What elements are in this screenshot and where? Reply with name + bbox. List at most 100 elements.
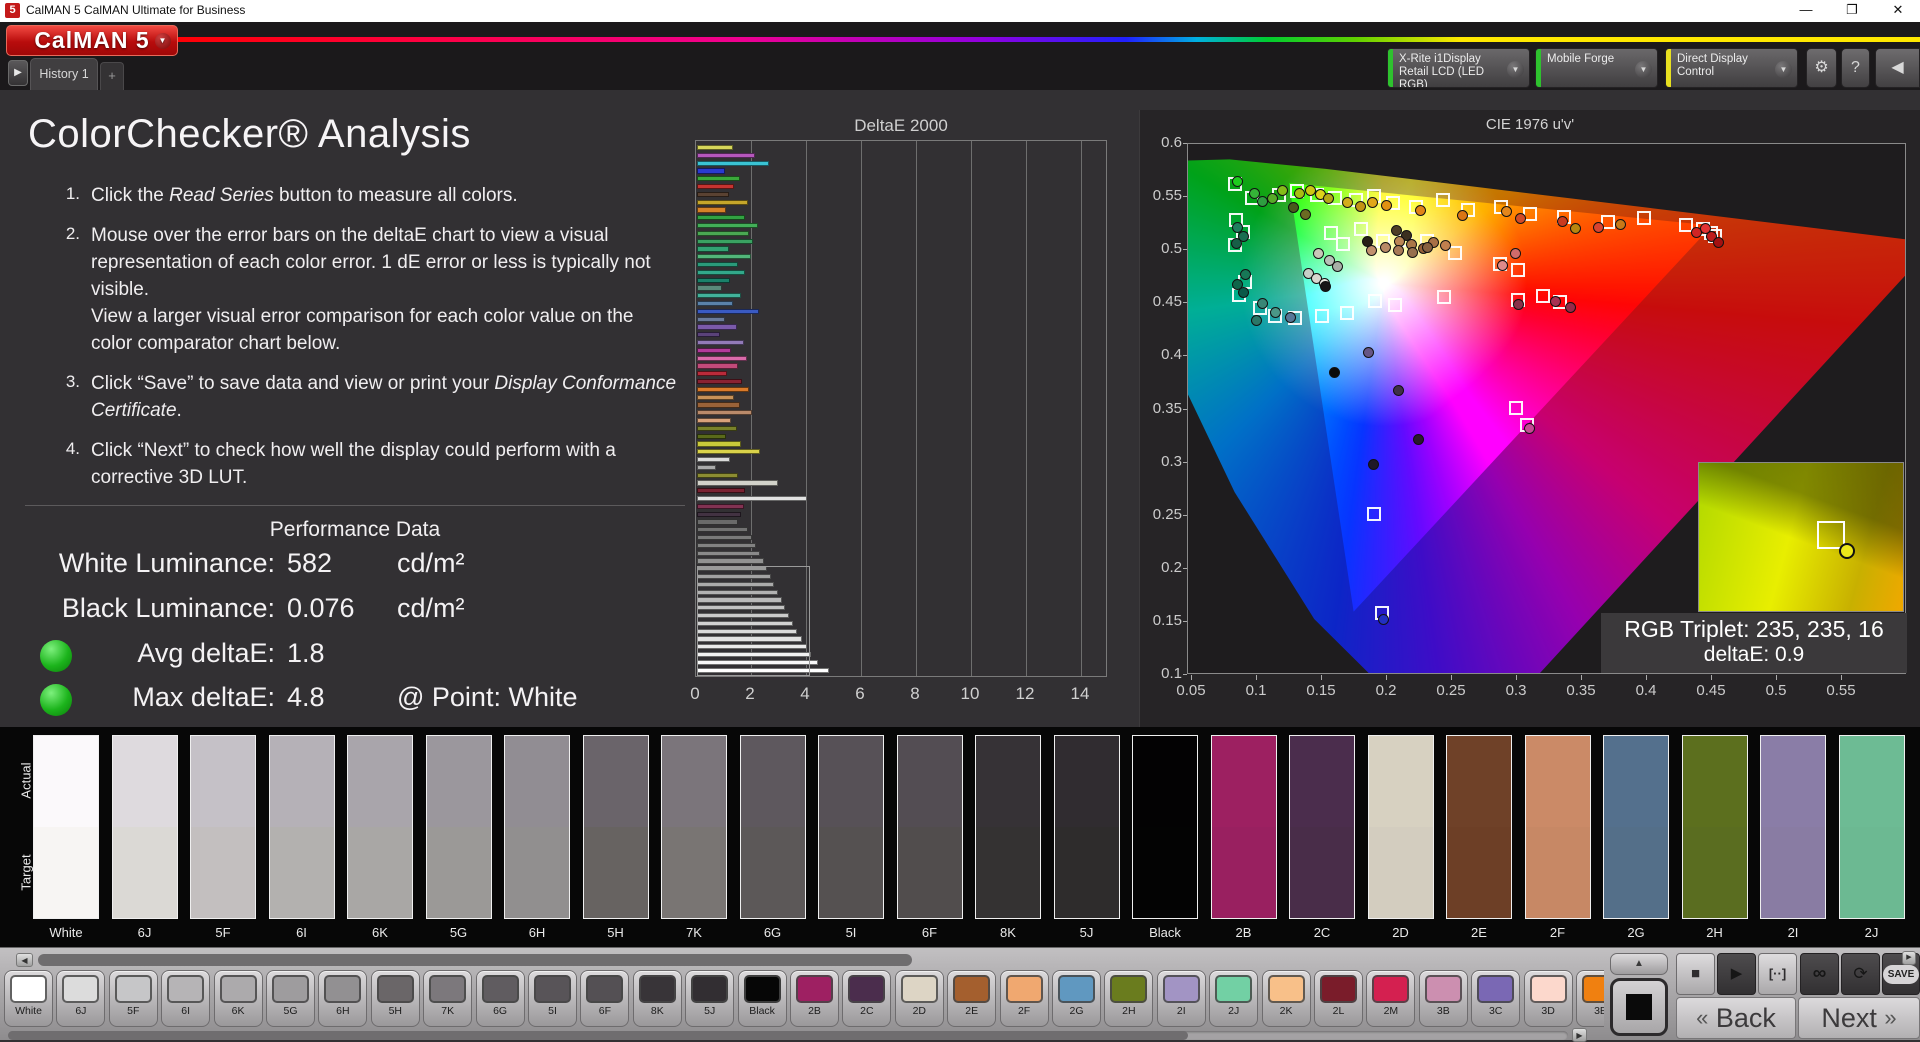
tab-history-1[interactable]: History 1 (30, 58, 98, 90)
deltae-bar[interactable] (697, 145, 733, 151)
minimize-button[interactable]: — (1784, 0, 1828, 22)
measured-point[interactable] (1332, 260, 1344, 272)
patch-chip-button[interactable]: 2D (894, 970, 944, 1027)
comparator-column[interactable] (1289, 735, 1355, 919)
deltae-bar[interactable] (697, 324, 737, 330)
workflow-dropdown[interactable]: Mobile Forge ▼ (1535, 48, 1658, 88)
measured-point[interactable] (1380, 241, 1392, 253)
target-square[interactable] (1314, 309, 1329, 324)
comparator-column[interactable] (896, 735, 963, 919)
deltae-bar[interactable] (697, 191, 729, 197)
comparator-column[interactable] (1132, 735, 1198, 919)
measured-point[interactable] (1393, 244, 1405, 256)
patch-chip-button[interactable]: 2F (999, 970, 1049, 1027)
deltae-bar[interactable] (697, 496, 807, 502)
deltae-bar[interactable] (697, 363, 739, 369)
deltae-bar[interactable] (697, 550, 761, 556)
deltae-bar[interactable] (697, 246, 729, 252)
comparator-column[interactable] (1838, 735, 1905, 919)
deltae-bar[interactable] (697, 441, 741, 447)
deltae-bar[interactable] (697, 449, 761, 455)
comparator-column[interactable] (975, 735, 1041, 919)
target-square[interactable] (1435, 193, 1450, 208)
patch-chip-button[interactable]: 5H (370, 970, 420, 1027)
pattern-window-up-button[interactable]: ▲ (1610, 953, 1668, 975)
deltae-bar[interactable] (697, 277, 730, 283)
comparator-column[interactable] (1681, 735, 1748, 919)
stop-button[interactable]: ■ (1676, 953, 1715, 995)
deltae-bar[interactable] (697, 152, 755, 158)
tab-scroll-left-button[interactable]: ▶ (8, 60, 28, 86)
comparator-column[interactable] (1446, 735, 1512, 919)
comparator-column[interactable] (818, 735, 884, 919)
deltae-bar[interactable] (697, 464, 717, 470)
patch-chip-button[interactable]: 6F (580, 970, 630, 1027)
deltae-bar[interactable] (697, 184, 735, 190)
target-square[interactable] (1339, 305, 1354, 320)
deltae-bar[interactable] (697, 293, 741, 299)
deltae-bar[interactable] (697, 301, 733, 307)
workflow-dropdown[interactable]: Direct Display Control ▼ (1665, 48, 1798, 88)
refresh-button[interactable]: ⟳ (1841, 953, 1880, 995)
deltae-bar[interactable] (697, 418, 732, 424)
measured-point[interactable] (1497, 259, 1509, 271)
comparator-column[interactable] (504, 735, 570, 919)
target-square[interactable] (1535, 288, 1550, 303)
deltae-bar[interactable] (697, 386, 750, 392)
comparator-column[interactable] (1053, 735, 1120, 919)
deltae-bar[interactable] (697, 371, 728, 377)
measured-point[interactable] (1363, 346, 1375, 358)
patch-chip-button[interactable]: 6H (318, 970, 368, 1027)
comparator-column[interactable] (33, 735, 99, 919)
measured-point[interactable] (1510, 247, 1522, 259)
target-square[interactable] (1368, 294, 1383, 309)
deltae-bar[interactable] (697, 238, 754, 244)
restore-button[interactable]: ❐ (1830, 0, 1874, 22)
comparator-column[interactable] (739, 735, 806, 919)
patch-chip-button[interactable]: Black (737, 970, 787, 1027)
deltae-bar[interactable] (697, 558, 765, 564)
measured-point[interactable] (1256, 195, 1268, 207)
toolbar-expand-button[interactable]: ▶ (1902, 951, 1916, 965)
help-button[interactable]: ? (1841, 48, 1870, 88)
comparator-column[interactable] (268, 735, 335, 919)
bottom-scrollbar-thumb[interactable] (8, 1031, 1188, 1040)
deltae-bar[interactable] (697, 394, 735, 400)
deltae-bar[interactable] (697, 340, 744, 346)
measured-point[interactable] (1556, 216, 1568, 228)
deltae-bar[interactable] (697, 425, 737, 431)
measured-point[interactable] (1304, 185, 1316, 197)
patch-chip-button[interactable]: 2J (1209, 970, 1259, 1027)
deltae-bar[interactable] (697, 176, 740, 182)
deltae-bar[interactable] (697, 355, 747, 361)
comparator-column[interactable] (1210, 735, 1277, 919)
measured-point[interactable] (1312, 247, 1324, 259)
measured-point[interactable] (1512, 298, 1524, 310)
comparator-column[interactable] (1524, 735, 1591, 919)
deltae-bar[interactable] (697, 480, 779, 486)
target-square[interactable] (1387, 298, 1402, 313)
patch-chip-button[interactable]: 6J (56, 970, 106, 1027)
patch-chip-button[interactable]: 2E (947, 970, 997, 1027)
deltae-bar[interactable] (697, 433, 726, 439)
patch-chip-button[interactable]: 2L (1314, 970, 1363, 1027)
deltae-bar[interactable] (697, 379, 743, 385)
deltae-bar[interactable] (697, 316, 725, 322)
chip-scrollbar-thumb[interactable] (38, 954, 912, 966)
continuous-read-button[interactable]: ∞ (1800, 953, 1839, 995)
measured-point[interactable] (1412, 433, 1424, 445)
deltae-bar[interactable] (697, 519, 739, 525)
patch-chip-button[interactable]: 2M (1366, 970, 1416, 1027)
settings-button[interactable]: ⚙ (1806, 48, 1837, 88)
patch-chip-button[interactable]: 6I (161, 970, 211, 1027)
collapse-panel-button[interactable]: ◀ (1875, 48, 1920, 88)
deltae-bar[interactable] (697, 511, 741, 517)
target-square[interactable] (1637, 211, 1652, 226)
measured-point[interactable] (1456, 209, 1468, 221)
target-square[interactable] (1335, 236, 1350, 251)
comparator-column[interactable] (582, 735, 649, 919)
pattern-window-button[interactable] (1610, 978, 1668, 1036)
measured-point[interactable] (1367, 196, 1379, 208)
workflow-dropdown[interactable]: X-Rite i1Display Retail LCD (LED RGB) ▼ (1387, 48, 1530, 88)
measured-point[interactable] (1285, 311, 1297, 323)
